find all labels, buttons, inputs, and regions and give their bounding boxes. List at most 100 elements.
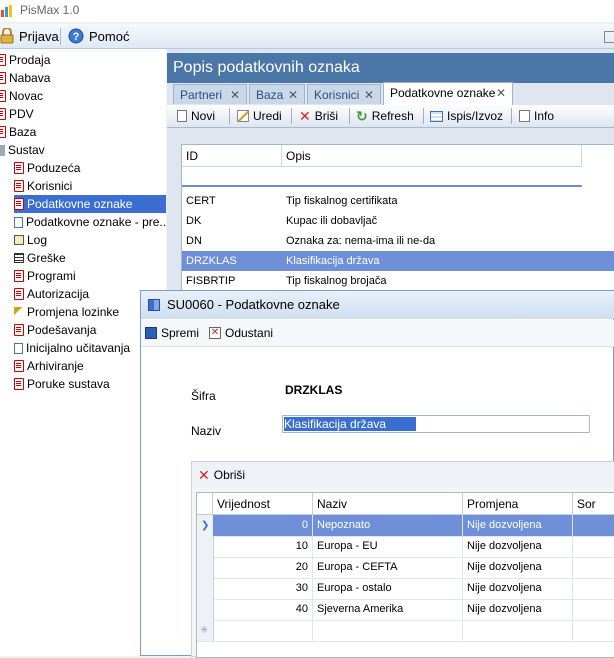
title-bar: PisMax 1.0 (0, 0, 614, 22)
row-header-corner (197, 493, 213, 515)
table-row[interactable]: DK Kupac ili dobavljač (182, 211, 614, 231)
filter-row[interactable] (182, 167, 582, 187)
column-header-vrijednost[interactable]: Vrijednost (213, 493, 313, 515)
tree-item-log[interactable]: Log (14, 231, 47, 249)
cell-naziv: Europa - ostalo (313, 578, 463, 599)
tree-item-programi[interactable]: Programi (14, 267, 76, 285)
tree-item-podatkovne-oznake[interactable]: Podatkovne oznake (14, 195, 166, 213)
tab-partneri[interactable]: Partneri ✕ (173, 84, 247, 104)
close-icon[interactable]: ✕ (230, 85, 240, 105)
row-indicator (197, 557, 214, 578)
table-row[interactable]: 30 Europa - ostalo Nije dozvoljena (197, 578, 614, 600)
values-panel: ✕ Obriši Vrijednost Naziv Promjena Sor ❯… (191, 461, 614, 658)
document-icon (14, 270, 24, 282)
tree-item-poduzeca[interactable]: Poduzeća (14, 159, 80, 177)
document-blue-icon (14, 342, 23, 354)
table-row[interactable]: DN Oznaka za: nema-ima ili ne-da (182, 231, 614, 251)
column-header-id[interactable]: ID (182, 145, 282, 167)
table-row[interactable]: FISBRTIP Tip fiskalnog brojača (182, 271, 614, 291)
spremi-label: Spremi (161, 326, 200, 340)
info-button[interactable]: Info (519, 107, 554, 125)
document-icon (14, 180, 24, 192)
row-indicator: ✳ (197, 620, 214, 641)
document-icon (0, 108, 6, 120)
cell-vrijednost: 40 (213, 599, 313, 620)
cell-id: DK (186, 215, 202, 227)
refresh-label: Refresh (371, 109, 414, 123)
tree-item-label: Nabava (9, 71, 51, 85)
odustani-label: Odustani (225, 326, 274, 340)
tab-baza[interactable]: Baza ✕ (249, 84, 305, 104)
tree-item-poruke-sustava[interactable]: Poruke sustava (14, 375, 110, 393)
tab-korisnici[interactable]: Korisnici ✕ (307, 84, 381, 104)
tree-item-inicijalno-ucitavanja[interactable]: Inicijalno učitavanja (14, 339, 130, 357)
document-icon (14, 360, 24, 372)
tree-item-podesavanja[interactable]: Podešavanja (14, 321, 96, 339)
list-icon (14, 253, 24, 263)
table-row-selected[interactable]: ❯ 0 Nepoznato Nije dozvoljena (197, 515, 614, 537)
cell-id: DN (186, 235, 202, 247)
cell-opis: Oznaka za: nema-ima ili ne-da (286, 235, 436, 247)
data-grid: ID Opis CERT Tip fiskalnog certifikata DK… (181, 144, 614, 296)
tree-item-promjena-lozinke[interactable]: Promjena lozinke (14, 303, 119, 321)
naziv-field[interactable]: Klasifikacija država (282, 415, 590, 433)
tree-item-korisnici[interactable]: Korisnici (14, 177, 72, 195)
dialog-title: SU0060 - Podatkovne oznake (167, 297, 340, 312)
table-row[interactable]: 20 Europa - CEFTA Nije dozvoljena (197, 557, 614, 579)
tree-item-arhiviranje[interactable]: Arhiviranje (14, 357, 84, 375)
close-icon[interactable]: ✕ (364, 85, 374, 105)
save-icon (145, 327, 157, 339)
table-row[interactable]: 40 Sjeverna Amerika Nije dozvoljena (197, 599, 614, 621)
obrisi-button[interactable]: ✕ Obriši (198, 466, 245, 484)
novi-label: Novi (191, 109, 216, 123)
ispis-izvoz-button[interactable]: Ispis/Izvoz (430, 107, 503, 125)
toolbar-separator (229, 108, 230, 124)
refresh-button[interactable]: ↻ Refresh (356, 107, 414, 125)
table-row-selected[interactable]: DRZKLAS Klasifikacija država (182, 251, 614, 271)
chevron-right-icon: ❯ (201, 520, 210, 531)
tree-item-nabava[interactable]: Nabava (0, 69, 50, 87)
cancel-icon: ✕ (209, 327, 221, 339)
spremi-button[interactable]: Spremi (145, 324, 199, 342)
tab-podatkovne-oznake[interactable]: Podatkovne oznake ✕ (383, 82, 513, 105)
cell-promjena: Nije dozvoljena (463, 557, 573, 578)
close-icon[interactable]: ✕ (496, 83, 506, 103)
cell-naziv: Europa - EU (313, 536, 463, 557)
cell-promjena: Nije dozvoljena (463, 578, 573, 599)
table-row[interactable]: CERT Tip fiskalnog certifikata (182, 191, 614, 211)
document-icon (14, 198, 24, 210)
close-icon[interactable]: ✕ (288, 85, 298, 105)
tree-item-greske[interactable]: Greške (14, 249, 66, 267)
menu-pomoc[interactable]: ? Pomoć (68, 27, 129, 45)
tree-item-podatkovne-oznake-pre[interactable]: Podatkovne oznake - pre... (14, 213, 169, 231)
values-toolbar: ✕ Obriši (192, 462, 614, 488)
new-row[interactable]: ✳ (197, 620, 614, 642)
menu-prijava[interactable]: Prijava (0, 27, 59, 45)
column-header-promjena[interactable]: Promjena (463, 493, 573, 515)
brisi-button[interactable]: ✕ Briši (299, 107, 338, 125)
tree-item-pdv[interactable]: PDV (0, 105, 34, 123)
novi-button[interactable]: Novi (177, 107, 215, 125)
cell-id: CERT (186, 195, 216, 207)
document-icon (14, 378, 24, 390)
table-row[interactable]: 10 Europa - EU Nije dozvoljena (197, 536, 614, 558)
odustani-button[interactable]: ✕ Odustani (209, 324, 273, 342)
column-header-sor[interactable]: Sor (573, 493, 614, 515)
column-header-opis[interactable]: Opis (282, 145, 582, 167)
cell-vrijednost (213, 620, 313, 641)
column-header-naziv[interactable]: Naziv (313, 493, 463, 515)
lock-icon (0, 28, 14, 44)
panel-title: Popis podatkovnih oznaka (167, 53, 614, 83)
tree-item-prodaja[interactable]: Prodaja (0, 51, 50, 69)
tree-item-autorizacija[interactable]: Autorizacija (14, 285, 89, 303)
tree-item-baza[interactable]: Baza (0, 123, 36, 141)
tree-item-novac[interactable]: Novac (0, 87, 43, 105)
document-icon (14, 324, 24, 336)
tree-item-label: Korisnici (27, 179, 73, 193)
document-icon (14, 288, 24, 300)
uredi-button[interactable]: Uredi (237, 107, 282, 125)
tree-item-sustav[interactable]: Sustav (0, 141, 45, 159)
cell-promjena: Nije dozvoljena (463, 515, 573, 536)
dialog-title-bar[interactable]: SU0060 - Podatkovne oznake (141, 291, 614, 319)
panel-edge (604, 31, 614, 43)
